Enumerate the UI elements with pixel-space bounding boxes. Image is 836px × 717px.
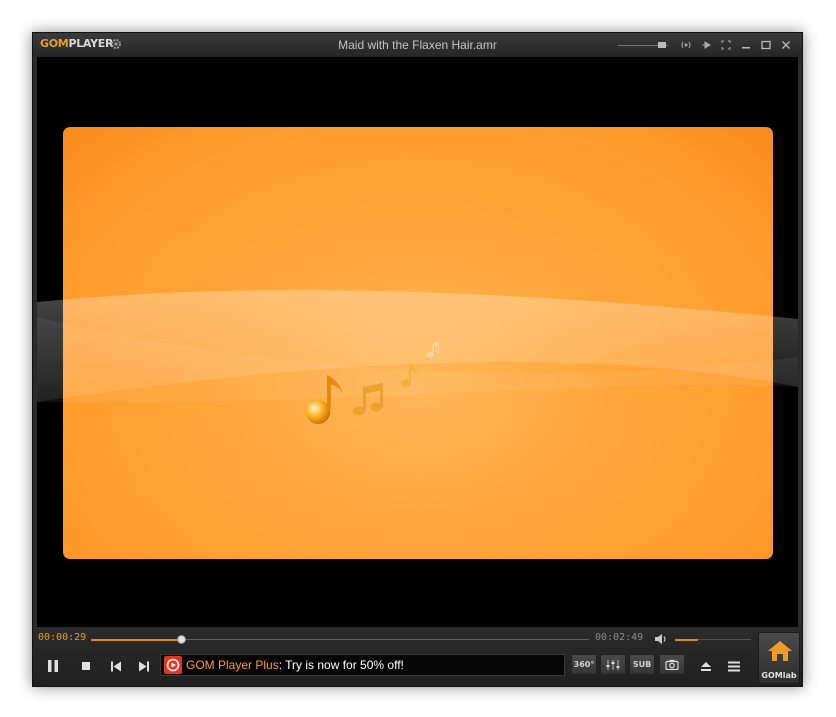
screenshot-button[interactable] xyxy=(659,654,685,675)
fullscreen-icon[interactable] xyxy=(716,37,736,53)
seek-bar[interactable] xyxy=(91,635,589,644)
previous-icon xyxy=(111,661,121,671)
video-area[interactable] xyxy=(37,57,798,627)
vr-360-button[interactable]: 360° xyxy=(571,654,597,675)
speaker-icon[interactable] xyxy=(654,633,668,645)
next-icon xyxy=(139,661,149,671)
broadcast-icon[interactable] xyxy=(676,37,696,53)
audio-wave-overlay xyxy=(37,290,798,424)
opacity-slider[interactable] xyxy=(618,37,668,53)
previous-button[interactable] xyxy=(105,655,127,677)
gom-plus-icon xyxy=(164,656,182,674)
subtitle-label: SUB xyxy=(632,660,652,669)
current-time: 00:00:29 xyxy=(38,632,87,643)
equalizer-button[interactable] xyxy=(600,654,626,675)
maximize-icon[interactable] xyxy=(756,37,776,53)
gomlab-label: GOMlab xyxy=(761,671,797,680)
total-time: 00:02:49 xyxy=(595,632,644,643)
stop-button[interactable] xyxy=(75,655,97,677)
seek-handle[interactable] xyxy=(176,635,186,644)
subtitle-button[interactable]: SUB xyxy=(629,654,655,675)
control-bar: 00:00:29 00:02:49 GOM Player Plus: Try … xyxy=(33,627,802,686)
title-bar[interactable]: GOMPLAYER Maid with the Flaxen Hair.amr xyxy=(33,33,802,57)
pause-icon xyxy=(48,660,58,672)
gomlab-button[interactable]: GOMlab xyxy=(758,632,800,684)
hamburger-menu-icon xyxy=(728,661,740,671)
player-window: GOMPLAYER Maid with the Flaxen Hair.amr xyxy=(32,32,803,687)
next-button[interactable] xyxy=(133,655,155,677)
pause-button[interactable] xyxy=(42,655,64,677)
equalizer-icon xyxy=(606,659,620,670)
pin-icon[interactable] xyxy=(696,37,716,53)
volume-slider[interactable] xyxy=(675,638,751,641)
camera-icon xyxy=(665,659,679,670)
stop-icon xyxy=(82,662,90,670)
eject-icon xyxy=(701,661,711,671)
titlebar-controls xyxy=(618,37,796,53)
vr-360-label: 360° xyxy=(573,660,595,669)
open-file-button[interactable] xyxy=(695,655,717,677)
menu-button[interactable] xyxy=(723,655,745,677)
home-icon xyxy=(768,641,792,661)
minimize-icon[interactable] xyxy=(736,37,756,53)
promo-text: : Try is now for 50% off! xyxy=(278,658,404,672)
close-icon[interactable] xyxy=(776,37,796,53)
promo-banner[interactable]: GOM Player Plus: Try is now for 50% off! xyxy=(160,654,565,676)
promo-brand: GOM Player Plus xyxy=(186,658,279,672)
